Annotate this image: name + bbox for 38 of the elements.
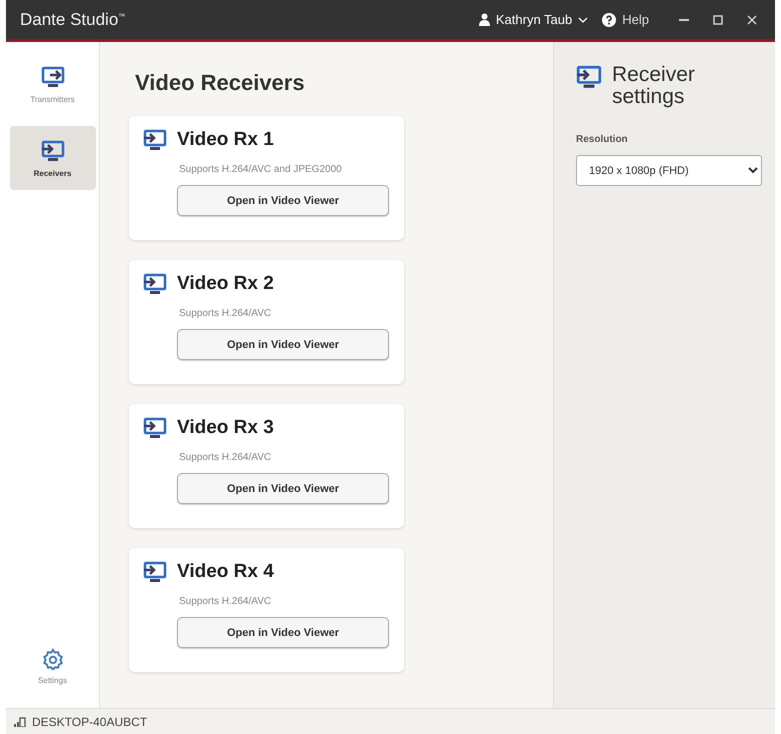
receiver-description: Supports H.264/AVC [179, 596, 272, 607]
maximize-icon [713, 14, 723, 24]
nav-item[interactable]: Receivers [10, 126, 96, 190]
receiver-name: Video Rx 4 [177, 561, 274, 583]
help-icon [602, 12, 616, 26]
monitor-in-icon [143, 272, 167, 296]
field-label: Resolution [576, 134, 629, 146]
chevron-icon [578, 16, 588, 22]
open-viewer-button[interactable]: Open in Video Viewer [177, 617, 389, 648]
host-name: DESKTOP-40AUBCT [32, 714, 148, 728]
nav-item[interactable]: Settings [10, 634, 96, 698]
receiver-description: Supports H.264/AVC [179, 452, 272, 463]
receiver-name: Video Rx 3 [177, 417, 274, 439]
receiver-description: Supports H.264/AVC and JPEG2000 [179, 164, 343, 175]
monitor-in-icon [143, 560, 167, 584]
network-icon [14, 716, 26, 726]
user-icon [478, 13, 490, 26]
monitor-in-icon [576, 64, 602, 90]
settings-icon [42, 648, 64, 670]
receiver-name: Video Rx 1 [177, 129, 274, 151]
panel-title: Receiver settings [612, 64, 696, 108]
page-title: Video Receivers [135, 70, 306, 96]
open-viewer-button[interactable]: Open in Video Viewer [177, 473, 389, 504]
user-menu[interactable]: Kathryn Taub [478, 12, 588, 27]
receiver-name: Video Rx 2 [177, 273, 274, 295]
open-viewer-button[interactable]: Open in Video Viewer [177, 329, 389, 360]
close-icon [747, 14, 757, 24]
help-button[interactable]: Help [602, 12, 649, 27]
receiver-description: Supports H.264/AVC [179, 308, 272, 319]
nav-item[interactable]: Transmitters [10, 52, 96, 116]
monitor-in-icon [143, 128, 167, 152]
minimize-icon [679, 18, 689, 20]
app-title: Dante Studio$^{™}$ [20, 10, 126, 30]
monitor-in-icon [143, 416, 167, 440]
open-viewer-button[interactable]: Open in Video Viewer [177, 185, 389, 216]
monitor-out-icon [40, 64, 64, 88]
resolution-select[interactable]: 1920 x 1080p (FHD) [576, 155, 762, 186]
monitor-in-icon [40, 138, 64, 162]
